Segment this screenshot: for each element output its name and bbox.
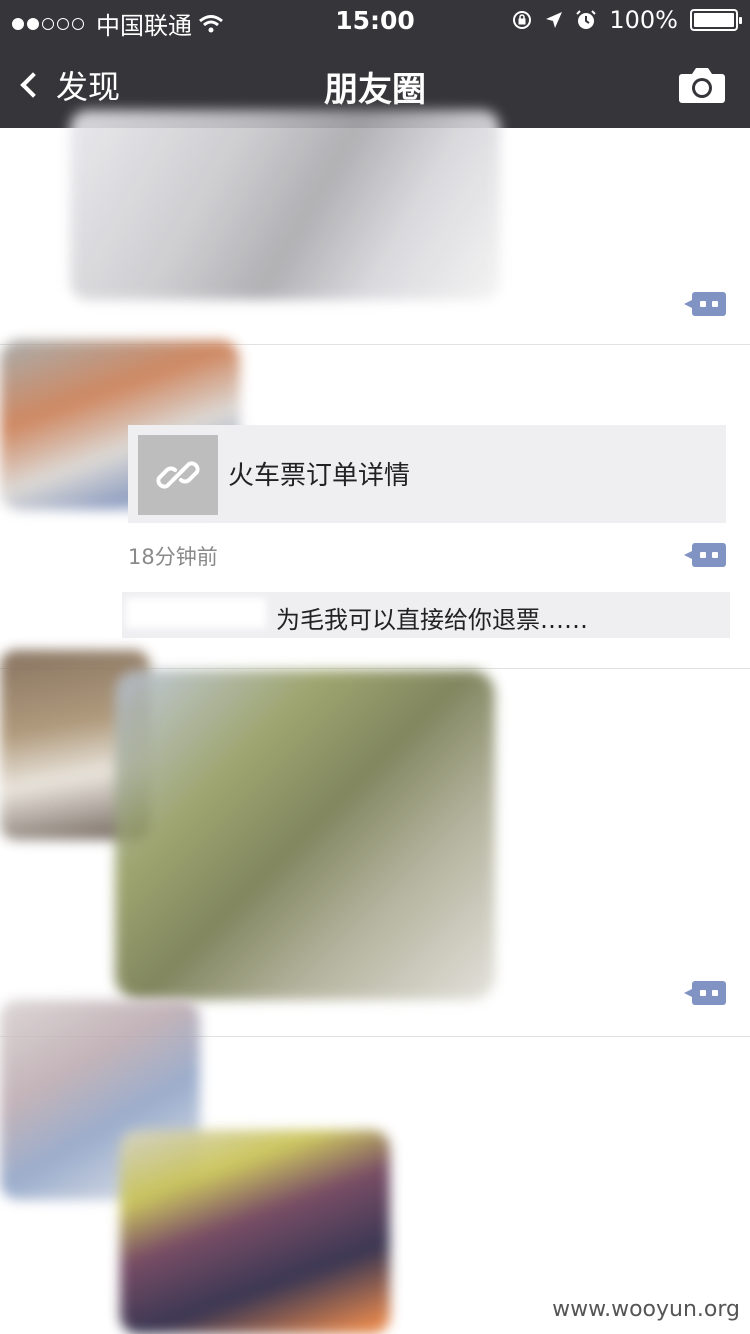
comment-button[interactable] <box>684 543 726 567</box>
link-title: 火车票订单详情 <box>228 461 411 491</box>
alarm-icon <box>576 10 597 29</box>
obscured-post-image <box>120 1130 390 1334</box>
watermark: www.wooyun.org <box>552 1297 740 1322</box>
comment-text[interactable]: 为毛我可以直接给你退票…… <box>276 600 588 635</box>
link-thumbnail <box>138 435 218 515</box>
shared-link-card[interactable]: 火车票订单详情 <box>128 425 726 523</box>
comment-area: 为毛我可以直接给你退票…… <box>122 592 730 638</box>
comment-button[interactable] <box>684 292 726 316</box>
navigation-bar: 中国联通 15:00 100% 发现 朋友圈 <box>0 0 750 128</box>
status-bar: 中国联通 15:00 100% <box>0 0 750 40</box>
obscured-post-content <box>70 110 500 300</box>
location-icon <box>546 12 563 28</box>
link-icon <box>156 461 200 489</box>
rotation-lock-icon <box>513 11 532 29</box>
battery-icon <box>690 9 742 31</box>
post-time: 18分钟前 <box>128 545 218 569</box>
obscured-post-image <box>115 670 495 1000</box>
comment-button[interactable] <box>684 981 726 1005</box>
obscured-commenter-name <box>126 598 266 628</box>
battery-percent: 100% <box>609 6 678 34</box>
page-title: 朋友圈 <box>324 70 426 110</box>
camera-icon[interactable] <box>678 66 726 104</box>
